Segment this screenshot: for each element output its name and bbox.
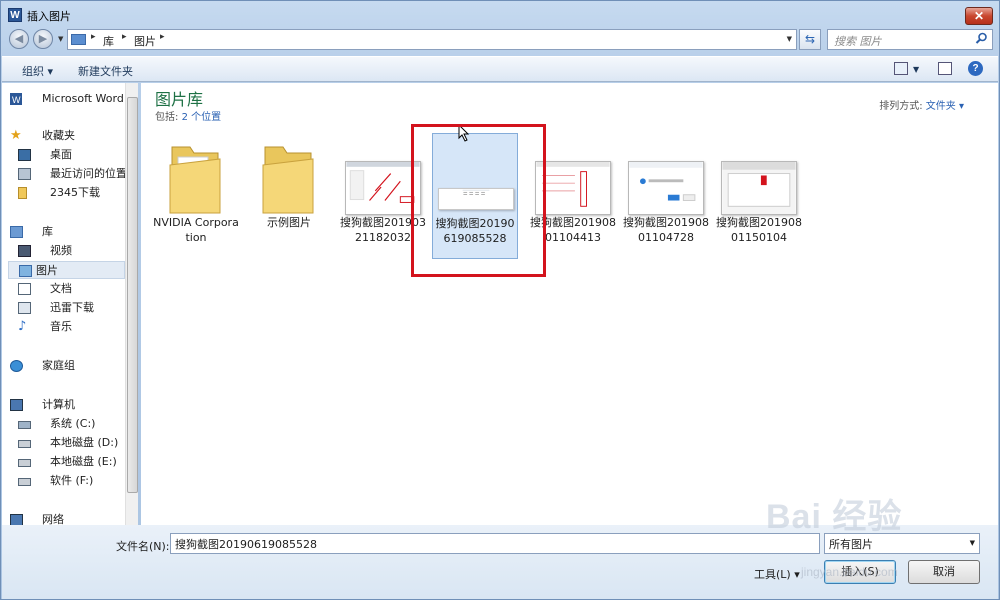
filename-label: 文件名(N):	[116, 540, 170, 553]
tools-menu[interactable]: 工具(L) ▾	[754, 566, 800, 582]
view-dropdown-icon[interactable]: ▼	[913, 65, 919, 74]
change-view-icon[interactable]	[894, 62, 908, 75]
arrange-by: 排列方式: 文件夹 ▾	[879, 101, 964, 112]
organize-button[interactable]: 组织 ▾	[22, 63, 53, 79]
image-thumbnail	[628, 161, 704, 215]
nav-item-drive-e[interactable]: 本地磁盘 (E:)	[16, 453, 138, 471]
library-title: 图片库	[155, 90, 204, 109]
filename-input[interactable]: 搜狗截图20190619085528	[170, 533, 820, 554]
chevron-down-icon: ▼	[969, 539, 975, 547]
pictures-icon	[19, 265, 32, 277]
library-locations-link[interactable]: 2 个位置	[182, 112, 222, 123]
help-icon[interactable]: ?	[968, 61, 983, 76]
nav-item-xunlei-downloads[interactable]: 迅雷下载	[16, 299, 138, 317]
file-tile[interactable]: 搜狗截图20190801150104	[716, 131, 802, 257]
search-box[interactable]: 搜索 图片	[827, 29, 993, 50]
forward-button[interactable]: ▶	[33, 29, 53, 49]
navigation-bar: ◀ ▶ ▼ ▸ 库 ▸ 图片 ▸ ▼ ⇆ 搜索 图片	[1, 29, 999, 51]
nav-item-2345-downloads[interactable]: 2345下载	[16, 184, 138, 202]
drive-icon	[18, 478, 31, 486]
word-icon: W	[8, 8, 22, 22]
search-input[interactable]: 搜索 图片	[834, 33, 882, 49]
insert-picture-dialog: W 插入图片 ✕ ◀ ▶ ▼ ▸ 库 ▸ 图片 ▸ ▼ ⇆ 搜索 图片 组织 ▾…	[0, 0, 1000, 600]
nav-scrollbar-thumb[interactable]	[127, 97, 138, 493]
nav-item-recent[interactable]: 最近访问的位置	[16, 165, 138, 183]
title-bar: W 插入图片 ✕	[1, 1, 999, 29]
music-icon: ♪	[18, 319, 27, 334]
nav-item-favorites[interactable]: ★ 收藏夹	[8, 127, 130, 145]
image-thumbnail	[535, 161, 611, 215]
new-folder-button[interactable]: 新建文件夹	[78, 63, 133, 79]
desktop-icon	[18, 149, 31, 161]
nav-item-documents[interactable]: 文档	[16, 280, 138, 298]
library-icon	[71, 34, 86, 45]
refresh-button[interactable]: ⇆	[799, 29, 821, 50]
image-thumbnail	[345, 161, 421, 215]
file-name: 搜狗截图20190801104728	[623, 216, 709, 244]
history-dropdown-icon[interactable]: ▼	[58, 35, 63, 43]
star-icon: ★	[10, 128, 22, 143]
documents-icon	[18, 283, 31, 295]
close-button[interactable]: ✕	[965, 7, 993, 25]
system-drive-icon	[18, 421, 31, 429]
breadcrumb-separator[interactable]: ▸	[91, 32, 96, 42]
drive-icon	[18, 440, 31, 448]
recent-places-icon	[18, 168, 31, 180]
library-includes: 包括: 2 个位置	[155, 112, 222, 123]
drive-icon	[18, 459, 31, 467]
nav-item-computer[interactable]: 计算机	[8, 396, 130, 414]
folder-icon	[169, 146, 221, 214]
window-title: 插入图片	[27, 10, 71, 23]
back-button[interactable]: ◀	[9, 29, 29, 49]
nav-item-drive-d[interactable]: 本地磁盘 (D:)	[16, 434, 138, 452]
file-name: 搜狗截图20190801150104	[716, 216, 802, 244]
preview-pane-icon[interactable]	[938, 62, 952, 75]
nav-item-videos[interactable]: 视频	[16, 242, 138, 260]
nav-item-music[interactable]: ♪ 音乐	[16, 318, 138, 336]
address-bar[interactable]: ▸ 库 ▸ 图片 ▸ ▼	[67, 29, 797, 50]
nav-item-homegroup[interactable]: 家庭组	[8, 357, 130, 375]
nav-item-drive-c[interactable]: 系统 (C:)	[16, 415, 138, 433]
command-toolbar: 组织 ▾ 新建文件夹 ▼ ?	[2, 56, 998, 82]
breadcrumb-separator[interactable]: ▸	[160, 32, 165, 42]
file-tile[interactable]: 搜狗截图20190801104728	[623, 131, 709, 257]
nav-item-drive-f[interactable]: 软件 (F:)	[16, 472, 138, 490]
breadcrumb-separator[interactable]: ▸	[122, 32, 127, 42]
watermark-url: jingyan.baidu.com	[801, 565, 898, 579]
folder-icon	[262, 146, 314, 214]
file-tile[interactable]: NVIDIA Corporation	[153, 131, 239, 257]
homegroup-icon	[10, 360, 23, 372]
computer-icon	[10, 399, 23, 411]
cancel-button[interactable]: 取消	[908, 560, 980, 584]
folder-icon	[18, 302, 31, 314]
baidu-watermark: Bai 经验	[766, 498, 903, 536]
video-icon	[18, 245, 31, 257]
breadcrumb-pictures[interactable]: 图片	[134, 33, 156, 49]
file-name: NVIDIA Corporation	[153, 216, 239, 244]
word-doc-icon: W	[10, 93, 22, 105]
folder-icon	[18, 187, 27, 199]
nav-item-word[interactable]: W Microsoft Word	[8, 90, 130, 108]
image-thumbnail	[721, 161, 797, 215]
address-dropdown-icon[interactable]: ▼	[787, 35, 792, 43]
library-icon	[10, 226, 23, 238]
svg-text:W: W	[12, 95, 21, 105]
file-name: 示例图片	[267, 216, 311, 229]
breadcrumb-library[interactable]: 库	[103, 33, 114, 49]
navigation-pane: W Microsoft Word ★ 收藏夹 桌面 最近访问的位置 2345下载…	[2, 83, 138, 526]
nav-item-desktop[interactable]: 桌面	[16, 146, 138, 164]
nav-scrollbar[interactable]	[125, 83, 138, 525]
highlight-annotation-box	[411, 124, 546, 277]
search-icon[interactable]	[975, 32, 988, 45]
file-tile[interactable]: 示例图片	[246, 131, 332, 257]
nav-item-libraries[interactable]: 库	[8, 223, 130, 241]
arrange-by-dropdown[interactable]: 文件夹 ▾	[926, 101, 964, 112]
nav-item-pictures[interactable]: 图片	[8, 261, 125, 279]
file-view: 图片库 包括: 2 个位置 排列方式: 文件夹 ▾ NVIDIA Corpora…	[141, 83, 998, 525]
